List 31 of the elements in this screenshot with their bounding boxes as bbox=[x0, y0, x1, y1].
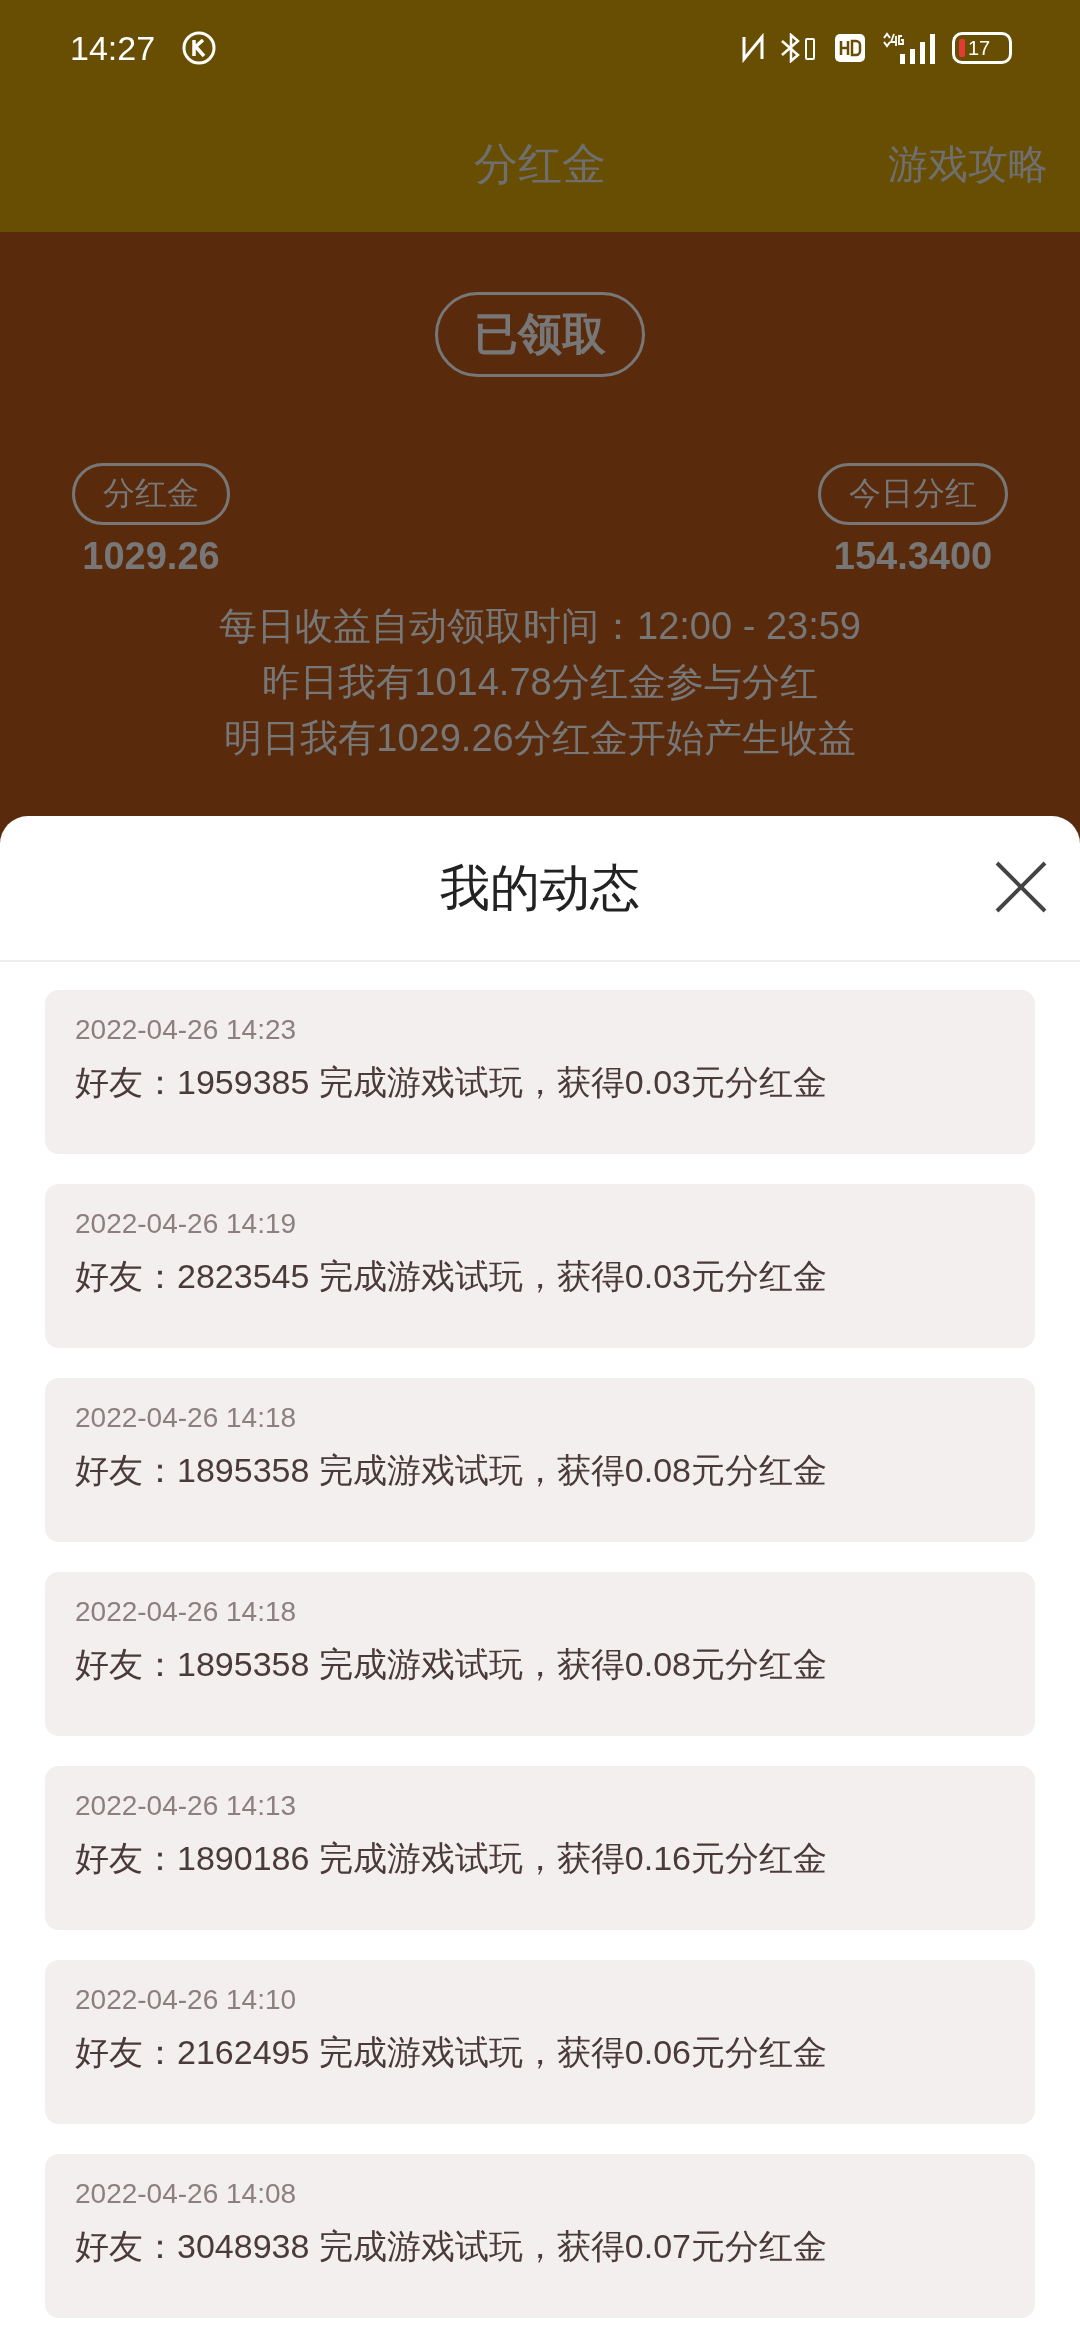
stat-label: 分红金 bbox=[72, 463, 230, 525]
battery-icon: 17 bbox=[952, 32, 1012, 64]
signal-icon bbox=[880, 32, 938, 64]
page-title: 分红金 bbox=[474, 137, 606, 190]
stat-label: 今日分红 bbox=[818, 463, 1008, 525]
activity-time: 2022-04-26 14:23 bbox=[75, 1014, 298, 1046]
info-text: 昨日我有1014.78分红金参与分红 bbox=[262, 660, 818, 705]
hd-icon bbox=[834, 33, 866, 63]
activity-text: 好友：1959385 完成游戏试玩，获得0.03元分红金 bbox=[75, 1062, 828, 1103]
activity-text: 好友：2823545 完成游戏试玩，获得0.03元分红金 bbox=[75, 1256, 828, 1297]
game-guide-link[interactable]: 游戏攻略 bbox=[888, 136, 1048, 192]
activity-text: 好友：3048938 完成游戏试玩，获得0.07元分红金 bbox=[75, 2226, 828, 2267]
nfc-icon bbox=[740, 33, 766, 63]
stat-value: 154.3400 bbox=[833, 535, 993, 578]
activity-time: 2022-04-26 14:18 bbox=[75, 1402, 298, 1434]
activity-time: 2022-04-26 14:18 bbox=[75, 1596, 298, 1628]
activity-time: 2022-04-26 14:13 bbox=[75, 1790, 298, 1822]
activity-text: 好友：1895358 完成游戏试玩，获得0.08元分红金 bbox=[75, 1450, 828, 1491]
claimed-button[interactable]: 已领取 bbox=[435, 292, 645, 377]
stat-value: 1029.26 bbox=[82, 535, 220, 578]
sheet-title: 我的动态 bbox=[440, 858, 640, 918]
info-text: 每日收益自动领取时间：12:00 - 23:59 bbox=[219, 604, 861, 649]
activity-time: 2022-04-26 14:08 bbox=[75, 2178, 298, 2210]
activity-text: 好友：1890186 完成游戏试玩，获得0.16元分红金 bbox=[75, 1838, 828, 1879]
activity-time: 2022-04-26 14:19 bbox=[75, 1208, 298, 1240]
k-logo-icon bbox=[181, 30, 218, 66]
info-text: 明日我有1029.26分红金开始产生收益 bbox=[224, 716, 856, 761]
status-time: 14:27 bbox=[70, 28, 156, 68]
activity-time: 2022-04-26 14:10 bbox=[75, 1984, 298, 2016]
activity-text: 好友：2162495 完成游戏试玩，获得0.06元分红金 bbox=[75, 2032, 828, 2073]
activity-text: 好友：1895358 完成游戏试玩，获得0.08元分红金 bbox=[75, 1644, 828, 1685]
